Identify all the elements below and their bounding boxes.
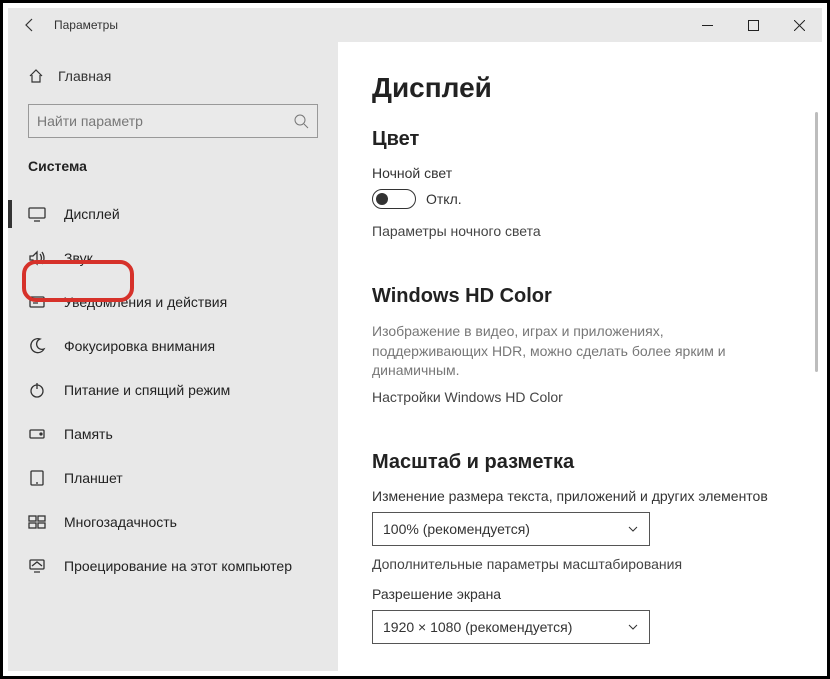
tablet-icon (28, 469, 46, 487)
toggle-switch[interactable] (372, 189, 416, 209)
sidebar-item-projecting[interactable]: Проецирование на этот компьютер (8, 544, 338, 588)
notification-icon (28, 293, 46, 311)
chevron-down-icon (627, 523, 639, 535)
multitask-icon (28, 513, 46, 531)
night-light-toggle[interactable]: Откл. (372, 189, 808, 209)
sidebar-item-sound[interactable]: Звук (8, 236, 338, 280)
search-box[interactable] (28, 104, 318, 138)
sidebar-item-label: Уведомления и действия (64, 294, 227, 310)
sidebar-item-power[interactable]: Питание и спящий режим (8, 368, 338, 412)
home-icon (28, 68, 44, 84)
sidebar-item-label: Дисплей (64, 206, 120, 222)
project-icon (28, 557, 46, 575)
window-title: Параметры (54, 18, 118, 32)
search-input[interactable] (37, 113, 293, 129)
sidebar-item-label: Многозадачность (64, 514, 177, 530)
sidebar-item-display[interactable]: Дисплей (8, 192, 338, 236)
sidebar-item-multitask[interactable]: Многозадачность (8, 500, 338, 544)
sidebar-item-label: Проецирование на этот компьютер (64, 558, 292, 574)
sidebar: Главная Система Дисплей Звук Уведомле (8, 42, 338, 671)
toggle-state: Откл. (426, 191, 462, 207)
home-label: Главная (58, 68, 111, 84)
resolution-label: Разрешение экрана (372, 586, 808, 602)
section-scale-heading: Масштаб и разметка (372, 451, 808, 474)
scrollbar[interactable] (815, 112, 818, 372)
titlebar: Параметры (8, 8, 822, 42)
sidebar-item-focus[interactable]: Фокусировка внимания (8, 324, 338, 368)
sidebar-item-notifications[interactable]: Уведомления и действия (8, 280, 338, 324)
sidebar-item-label: Память (64, 426, 113, 442)
category-heading: Система (8, 152, 338, 192)
sidebar-item-label: Звук (64, 250, 93, 266)
hd-description: Изображение в видео, играх и приложениях… (372, 322, 782, 381)
chevron-down-icon (627, 621, 639, 633)
advanced-scaling-link[interactable]: Дополнительные параметры масштабирования (372, 556, 808, 572)
night-light-settings-link[interactable]: Параметры ночного света (372, 223, 808, 239)
sidebar-item-label: Планшет (64, 470, 123, 486)
night-light-label: Ночной свет (372, 165, 808, 181)
main-content: Дисплей Цвет Ночной свет Откл. Параметры… (338, 42, 822, 671)
moon-icon (28, 337, 46, 355)
close-button[interactable] (776, 8, 822, 42)
maximize-button[interactable] (730, 8, 776, 42)
sidebar-item-storage[interactable]: Память (8, 412, 338, 456)
display-icon (28, 205, 46, 223)
storage-icon (28, 425, 46, 443)
section-hd-heading: Windows HD Color (372, 285, 808, 308)
sidebar-item-label: Фокусировка внимания (64, 338, 215, 354)
resolution-value: 1920 × 1080 (рекомендуется) (383, 619, 572, 635)
hd-settings-link[interactable]: Настройки Windows HD Color (372, 389, 808, 405)
resolution-select[interactable]: 1920 × 1080 (рекомендуется) (372, 610, 650, 644)
sidebar-item-label: Питание и спящий режим (64, 382, 230, 398)
speaker-icon (28, 249, 46, 267)
back-button[interactable] (16, 11, 44, 39)
home-link[interactable]: Главная (8, 56, 338, 96)
scale-label: Изменение размера текста, приложений и д… (372, 488, 808, 504)
section-color-heading: Цвет (372, 128, 808, 151)
search-icon (293, 113, 309, 129)
minimize-button[interactable] (684, 8, 730, 42)
sidebar-item-tablet[interactable]: Планшет (8, 456, 338, 500)
scale-value: 100% (рекомендуется) (383, 521, 530, 537)
page-title: Дисплей (372, 72, 808, 104)
scale-select[interactable]: 100% (рекомендуется) (372, 512, 650, 546)
power-icon (28, 381, 46, 399)
